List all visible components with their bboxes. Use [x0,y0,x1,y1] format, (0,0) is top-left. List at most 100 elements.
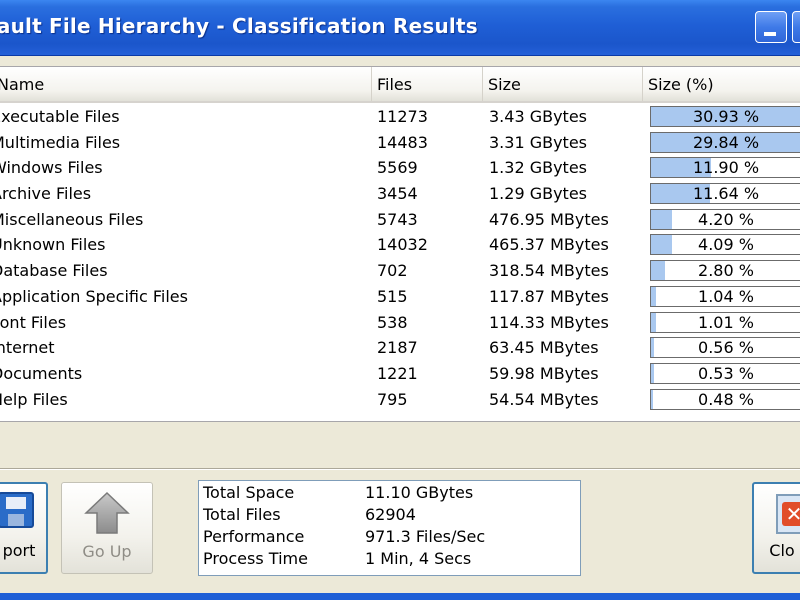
minimize-icon [764,32,776,36]
size-percent-label: 29.84 % [692,132,760,152]
cell-name: Internet [0,338,55,358]
cell-size: 54.54 MBytes [489,389,599,409]
divider [0,468,800,470]
cell-name: Help Files [0,389,68,409]
export-button-label: port [2,541,36,560]
summary-row-performance: Performance 971.3 Files/Sec [199,527,582,549]
cell-name: Unknown Files [0,235,106,255]
table-row[interactable]: Help Files 795 54.54 MBytes 0.48 % [0,387,800,413]
cell-files: 1221 [377,363,418,383]
cell-size: 1.29 GBytes [489,184,588,204]
table-row[interactable]: Documents 1221 59.98 MBytes 0.53 % [0,361,800,387]
size-percent-label: 1.04 % [698,286,754,306]
list-header: Name Files Size Size (%) [0,67,800,103]
size-percent-bar: 11.64 % [650,183,800,205]
size-percent-bar: 29.84 % [650,131,800,153]
summary-row-total-files: Total Files 62904 [199,505,582,527]
size-percent-label: 1.01 % [698,312,754,332]
cell-files: 11273 [377,107,428,126]
cell-name: Documents [0,363,83,383]
summary-label: Total Files [203,505,281,524]
table-row[interactable]: Internet 2187 63.45 MBytes 0.56 % [0,335,800,361]
size-percent-bar: 0.53 % [650,362,800,384]
column-header-files[interactable]: Files [372,67,483,101]
size-percent-label: 0.48 % [698,389,754,409]
size-percent-bar: 1.04 % [650,285,800,307]
export-button[interactable]: port [0,482,48,574]
cell-name: Font Files [0,312,67,332]
cell-files: 795 [377,389,408,409]
go-up-button-label: Go Up [82,542,132,561]
column-header-size-percent[interactable]: Size (%) [643,67,800,101]
size-percent-bar: 30.93 % [650,106,800,127]
cell-files: 14483 [377,132,428,152]
table-row[interactable]: Unknown Files 14032 465.37 MBytes 4.09 % [0,232,800,258]
table-row[interactable]: Font Files 538 114.33 MBytes 1.01 % [0,310,800,336]
size-percent-label: 11.90 % [692,158,760,178]
window-frame-bottom [0,593,800,600]
size-percent-label: 2.80 % [698,261,754,281]
table-row[interactable]: Executable Files 11273 3.43 GBytes 30.93 % [0,104,800,130]
summary-row-process-time: Process Time 1 Min, 4 Secs [199,549,582,571]
size-percent-label: 0.53 % [698,363,754,383]
size-percent-label: 4.09 % [698,235,754,255]
bottom-panel: port Go Up Total Space 11.10 GBytes Tota… [0,432,800,593]
cell-files: 2187 [377,338,418,358]
list-rows: Executable Files 11273 3.43 GBytes 30.93 % M… [0,104,800,412]
cell-name: Archive Files [0,184,92,204]
size-percent-bar: 1.01 % [650,311,800,333]
cell-size: 1.32 GBytes [489,158,588,178]
close-icon: ✕ [776,494,800,534]
cell-files: 5743 [377,209,418,229]
size-percent-bar: 0.56 % [650,337,800,359]
up-arrow-icon [84,491,130,534]
cell-files: 538 [377,312,408,332]
size-percent-label: 4.20 % [698,209,754,229]
summary-panel: Total Space 11.10 GBytes Total Files 629… [198,480,581,576]
window-title: fault File Hierarchy - Classification Re… [0,14,478,38]
column-header-size[interactable]: Size [483,67,643,101]
summary-label: Total Space [203,483,295,502]
table-row[interactable]: Multimedia Files 14483 3.31 GBytes 29.84 % [0,130,800,156]
summary-label: Process Time [203,549,308,568]
cell-name: Windows Files [0,158,103,178]
results-list[interactable]: Name Files Size Size (%) Executable File… [0,66,800,422]
close-button-label: Clo [769,541,795,560]
table-row[interactable]: Database Files 702 318.54 MBytes 2.80 % [0,258,800,284]
floppy-disk-icon [0,492,34,528]
cell-name: Database Files [0,261,108,281]
table-row[interactable]: Archive Files 3454 1.29 GBytes 11.64 % [0,181,800,207]
table-row[interactable]: Windows Files 5569 1.32 GBytes 11.90 % [0,155,800,181]
size-percent-bar: 4.09 % [650,234,800,256]
size-percent-bar: 11.90 % [650,157,800,179]
go-up-button[interactable]: Go Up [61,482,153,574]
size-percent-bar: 2.80 % [650,260,800,282]
column-header-name[interactable]: Name [0,67,372,101]
cell-name: Executable Files [0,107,120,126]
cell-files: 5569 [377,158,418,178]
maximize-button[interactable] [792,11,800,43]
cell-size: 318.54 MBytes [489,261,609,281]
cell-files: 702 [377,261,408,281]
cell-size: 63.45 MBytes [489,338,599,358]
summary-value: 11.10 GBytes [365,483,474,502]
summary-row-total-space: Total Space 11.10 GBytes [199,483,582,505]
cell-files: 14032 [377,235,428,255]
cell-size: 465.37 MBytes [489,235,609,255]
cell-files: 515 [377,286,408,306]
size-percent-label: 30.93 % [692,107,760,126]
size-percent-bar: 0.48 % [650,388,800,410]
table-row[interactable]: Application Specific Files 515 117.87 MByt… [0,284,800,310]
table-row[interactable]: Miscellaneous Files 5743 476.95 MBytes 4.20… [0,207,800,233]
summary-value: 1 Min, 4 Secs [365,549,472,568]
cell-name: Application Specific Files [0,286,188,306]
cell-size: 117.87 MBytes [489,286,609,306]
summary-value: 62904 [365,505,416,524]
size-percent-label: 11.64 % [692,184,760,204]
cell-size: 3.31 GBytes [489,132,588,152]
cell-name: Multimedia Files [0,132,121,152]
title-bar[interactable]: fault File Hierarchy - Classification Re… [0,0,800,56]
close-button[interactable]: ✕ Clo [752,482,800,574]
minimize-button[interactable] [755,11,787,43]
cell-size: 59.98 MBytes [489,363,599,383]
